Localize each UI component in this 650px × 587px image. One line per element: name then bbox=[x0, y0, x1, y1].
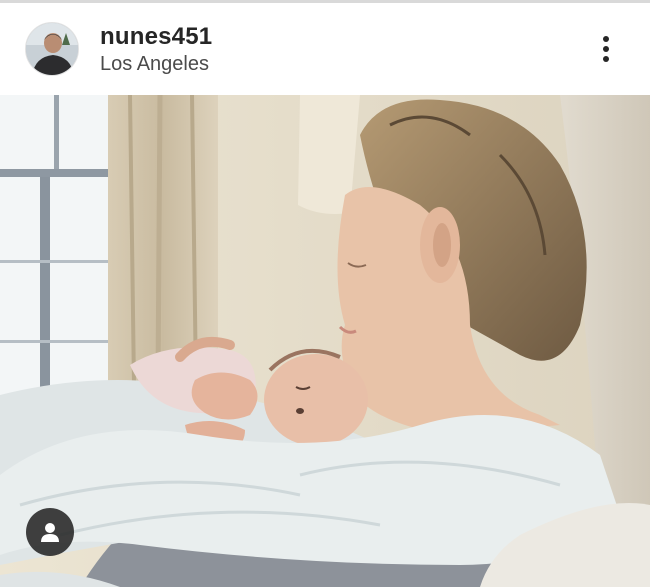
avatar[interactable] bbox=[25, 22, 79, 76]
location-link[interactable]: Los Angeles bbox=[100, 53, 209, 76]
more-dot bbox=[603, 36, 609, 42]
photo-illustration bbox=[0, 95, 650, 587]
person-icon bbox=[41, 523, 59, 542]
more-dot bbox=[603, 46, 609, 52]
user-tag-button[interactable] bbox=[26, 508, 74, 556]
more-dot bbox=[603, 56, 609, 62]
username[interactable]: nunes451 bbox=[100, 23, 212, 51]
avatar-image bbox=[26, 23, 78, 75]
post-photo[interactable] bbox=[0, 95, 650, 587]
post-header: nunes451 Los Angeles bbox=[0, 3, 650, 95]
more-options-icon[interactable] bbox=[594, 31, 618, 67]
